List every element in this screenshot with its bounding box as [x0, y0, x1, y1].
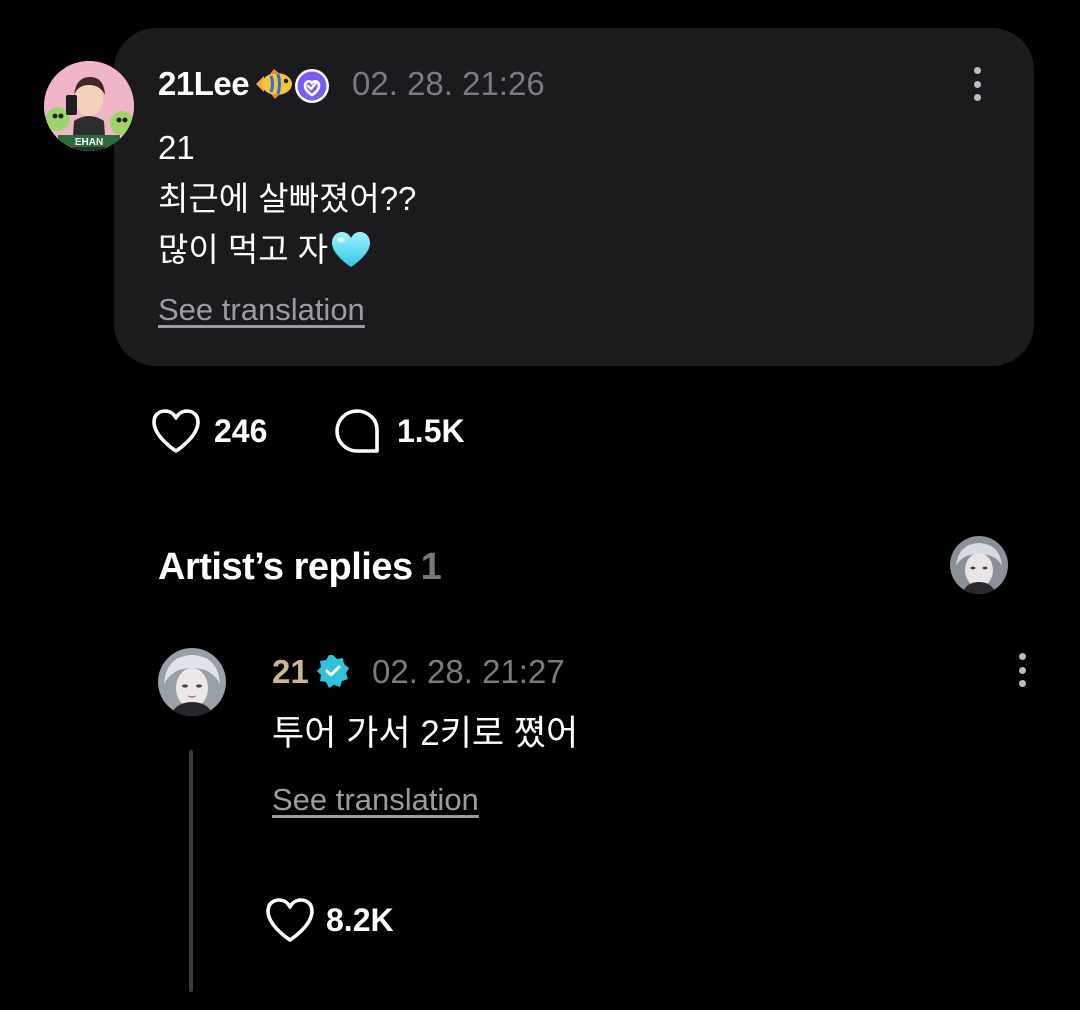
- reply-like-count: 8.2K: [326, 901, 394, 938]
- reply-more-options-icon[interactable]: [1018, 653, 1026, 687]
- artist-header-avatar[interactable]: [950, 536, 1008, 594]
- reply-content: 투어 가서 2키로 쪘어: [272, 714, 579, 753]
- post-see-translation-link[interactable]: See translation: [158, 292, 365, 328]
- fan-verified-badge-icon: [294, 68, 330, 104]
- artist-replies-header: Artist’s replies 1: [158, 544, 442, 590]
- artist-verified-badge-icon: [316, 654, 350, 688]
- reply-like-button[interactable]: 8.2K: [264, 896, 394, 944]
- post-comment-button[interactable]: 1.5K: [333, 407, 465, 455]
- post-like-count: 246: [214, 412, 268, 449]
- post-line: 21: [158, 129, 195, 166]
- post-detail-page: EHAN 21Lee 02. 28. 21:26 21 최근에 살빠졌어?? 많: [0, 0, 1080, 1010]
- speech-bubble-icon: [335, 409, 379, 453]
- post-line-with-emoji: 많이 먹고 자: [158, 224, 416, 275]
- light-blue-heart-emoji-icon: [332, 231, 371, 267]
- svg-text:EHAN: EHAN: [75, 137, 103, 148]
- reply-author-name[interactable]: 21: [272, 652, 309, 692]
- reply-timestamp: 02. 28. 21:27: [372, 653, 565, 690]
- post-more-options-icon[interactable]: [973, 67, 981, 101]
- reply-see-translation-link[interactable]: See translation: [272, 782, 479, 818]
- post-timestamp: 02. 28. 21:26: [352, 65, 545, 102]
- artist-avatar[interactable]: [158, 648, 226, 716]
- heart-outline-icon: [152, 409, 200, 453]
- post-comment-count: 1.5K: [397, 412, 465, 449]
- post-author-name[interactable]: 21Lee: [158, 64, 250, 104]
- tropical-fish-emoji-icon: [254, 67, 294, 101]
- heart-outline-icon: [266, 898, 314, 942]
- post-line: 최근에 살빠졌어??: [158, 180, 417, 217]
- post-like-button[interactable]: 246: [150, 407, 267, 455]
- fan-avatar[interactable]: EHAN: [44, 61, 134, 151]
- artist-replies-title: Artist’s replies: [158, 546, 413, 588]
- post-line: 많이 먹고 자: [158, 231, 329, 268]
- post-content: 21 최근에 살빠졌어?? 많이 먹고 자: [158, 122, 416, 275]
- artist-replies-count: 1: [420, 546, 442, 588]
- reply-thread-line: [189, 750, 193, 992]
